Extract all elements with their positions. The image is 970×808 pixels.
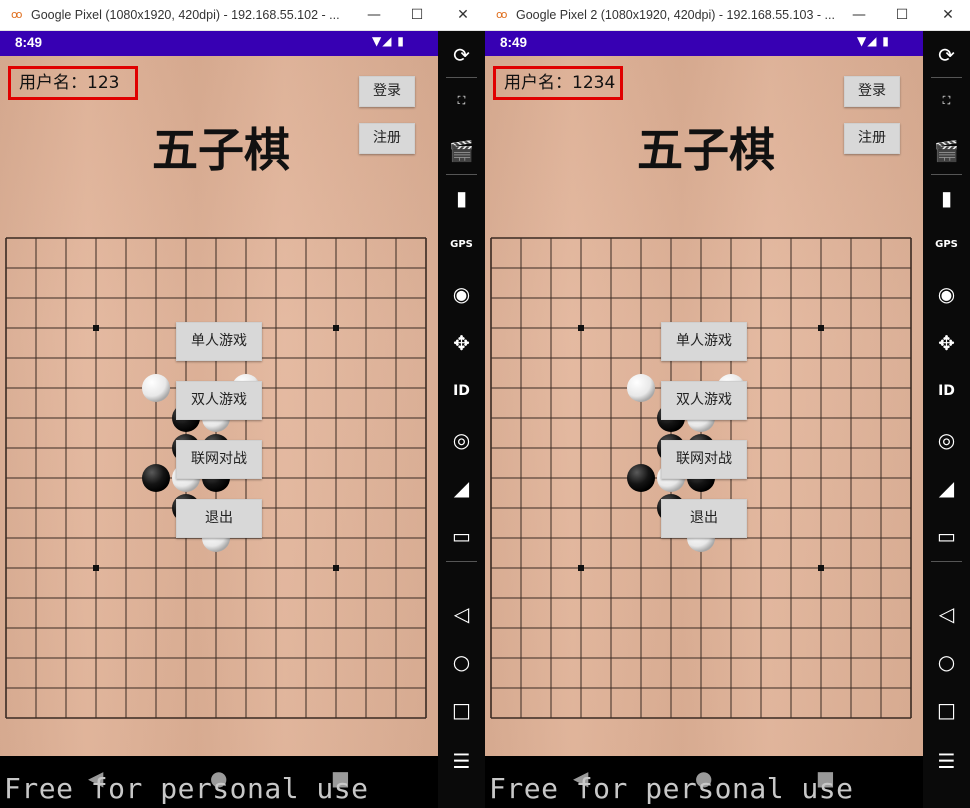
exit-button[interactable]: 退出 bbox=[176, 499, 262, 538]
close-button[interactable]: ✕ bbox=[449, 3, 477, 27]
online-battle-button[interactable]: 联网对战 bbox=[176, 440, 262, 479]
window-title: Google Pixel (1080x1920, 420dpi) - 192.1… bbox=[31, 8, 340, 22]
menu-icon[interactable]: ☰ bbox=[923, 743, 970, 779]
cast-icon[interactable]: ◢ bbox=[923, 470, 970, 506]
status-time: 8:49 bbox=[15, 35, 43, 50]
status-icons: ▼◢ ▮ bbox=[372, 34, 405, 48]
window-titlebar: oo Google Pixel 2 (1080x1920, 420dpi) - … bbox=[485, 0, 970, 31]
dpad-icon[interactable]: ✥ bbox=[438, 325, 485, 361]
signal-icon: ◢ bbox=[382, 34, 393, 48]
phone-screen: 8:49 ▼◢ ▮ 用户名：1234 登录 注册 五子棋 单人游戏 双人游戏 联… bbox=[485, 31, 923, 808]
phone-screen: 8:49 ▼◢ ▮ 用户名：123 登录 注册 五子棋 单人游戏 双人游戏 联网… bbox=[0, 31, 438, 808]
star-point bbox=[578, 565, 584, 571]
battery-icon[interactable]: ▮ bbox=[923, 180, 970, 216]
id-icon[interactable]: ID bbox=[923, 373, 970, 409]
toolbar-divider bbox=[931, 77, 962, 78]
watermark-text: Free for personal use bbox=[489, 772, 854, 805]
online-battle-button[interactable]: 联网对战 bbox=[661, 440, 747, 479]
single-player-button[interactable]: 单人游戏 bbox=[176, 322, 262, 361]
star-point bbox=[578, 325, 584, 331]
minimize-button[interactable]: — bbox=[360, 3, 388, 27]
game-title: 五子棋 bbox=[637, 123, 775, 177]
toolbar-divider bbox=[931, 174, 962, 175]
star-point bbox=[93, 325, 99, 331]
home-icon[interactable]: ○ bbox=[923, 644, 970, 680]
screen-record-icon[interactable]: 🎬 bbox=[923, 133, 970, 169]
star-point bbox=[93, 565, 99, 571]
menu-icon[interactable]: ☰ bbox=[438, 743, 485, 779]
close-button[interactable]: ✕ bbox=[934, 3, 962, 27]
home-icon[interactable]: ○ bbox=[438, 644, 485, 680]
white-stone bbox=[627, 374, 655, 402]
gps-icon[interactable]: GPS bbox=[923, 227, 970, 263]
overview-icon[interactable]: □ bbox=[923, 692, 970, 728]
watermark-text: Free for personal use bbox=[4, 772, 369, 805]
wifi-icon: ▼ bbox=[857, 34, 868, 48]
one-to-one-icon[interactable]: ⛶ bbox=[923, 83, 970, 119]
maximize-button[interactable]: ☐ bbox=[403, 3, 431, 27]
username-label: 用户名：1234 bbox=[493, 66, 623, 100]
maximize-button[interactable]: ☐ bbox=[888, 3, 916, 27]
emulator-toolbar-right: ⟳ ⛶ 🎬 ▮ GPS ◉ ✥ ID ◎ ◢ ▭ ◁ ○ □ ☰ bbox=[923, 31, 970, 808]
star-point bbox=[818, 325, 824, 331]
two-player-button[interactable]: 双人游戏 bbox=[661, 381, 747, 420]
emulator-window-right: oo Google Pixel 2 (1080x1920, 420dpi) - … bbox=[485, 0, 970, 808]
cast-icon[interactable]: ◢ bbox=[438, 470, 485, 506]
gps-icon[interactable]: GPS bbox=[438, 227, 485, 263]
minimize-button[interactable]: — bbox=[845, 3, 873, 27]
signal-icon: ◢ bbox=[867, 34, 878, 48]
one-to-one-icon[interactable]: ⛶ bbox=[438, 83, 485, 119]
star-point bbox=[333, 565, 339, 571]
register-button[interactable]: 注册 bbox=[844, 123, 900, 154]
message-icon[interactable]: ▭ bbox=[923, 518, 970, 554]
status-time: 8:49 bbox=[500, 35, 528, 50]
app-screen: 用户名：123 登录 注册 五子棋 单人游戏 双人游戏 联网对战 退出 bbox=[0, 56, 438, 756]
rotate-icon[interactable]: ⟳ bbox=[923, 37, 970, 73]
emulator-logo-icon: oo bbox=[496, 8, 508, 21]
message-icon[interactable]: ▭ bbox=[438, 518, 485, 554]
emulator-logo-icon: oo bbox=[11, 8, 23, 21]
rotate-icon[interactable]: ⟳ bbox=[438, 37, 485, 73]
id-icon[interactable]: ID bbox=[438, 373, 485, 409]
back-icon[interactable]: ◁ bbox=[923, 596, 970, 632]
emulator-window-left: oo Google Pixel (1080x1920, 420dpi) - 19… bbox=[0, 0, 485, 808]
login-button[interactable]: 登录 bbox=[844, 76, 900, 107]
black-stone bbox=[142, 464, 170, 492]
media-icon[interactable]: ◎ bbox=[438, 422, 485, 458]
battery-status-icon: ▮ bbox=[882, 34, 890, 48]
status-bar: 8:49 ▼◢ ▮ bbox=[0, 31, 438, 56]
app-screen: 用户名：1234 登录 注册 五子棋 单人游戏 双人游戏 联网对战 退出 bbox=[485, 56, 923, 756]
black-stone bbox=[627, 464, 655, 492]
camera-icon[interactable]: ◉ bbox=[438, 276, 485, 312]
single-player-button[interactable]: 单人游戏 bbox=[661, 322, 747, 361]
toolbar-divider bbox=[931, 561, 962, 562]
window-title: Google Pixel 2 (1080x1920, 420dpi) - 192… bbox=[516, 8, 835, 22]
camera-icon[interactable]: ◉ bbox=[923, 276, 970, 312]
battery-icon[interactable]: ▮ bbox=[438, 180, 485, 216]
login-button[interactable]: 登录 bbox=[359, 76, 415, 107]
toolbar-divider bbox=[446, 77, 477, 78]
emulator-toolbar-left: ⟳ ⛶ 🎬 ▮ GPS ◉ ✥ ID ◎ ◢ ▭ ◁ ○ □ ☰ bbox=[438, 31, 485, 808]
status-icons: ▼◢ ▮ bbox=[857, 34, 890, 48]
two-player-button[interactable]: 双人游戏 bbox=[176, 381, 262, 420]
toolbar-divider bbox=[446, 174, 477, 175]
status-bar: 8:49 ▼◢ ▮ bbox=[485, 31, 923, 56]
register-button[interactable]: 注册 bbox=[359, 123, 415, 154]
media-icon[interactable]: ◎ bbox=[923, 422, 970, 458]
toolbar-divider bbox=[446, 561, 477, 562]
back-icon[interactable]: ◁ bbox=[438, 596, 485, 632]
star-point bbox=[333, 325, 339, 331]
star-point bbox=[818, 565, 824, 571]
exit-button[interactable]: 退出 bbox=[661, 499, 747, 538]
wifi-icon: ▼ bbox=[372, 34, 383, 48]
game-title: 五子棋 bbox=[152, 123, 290, 177]
window-titlebar: oo Google Pixel (1080x1920, 420dpi) - 19… bbox=[0, 0, 485, 31]
white-stone bbox=[142, 374, 170, 402]
battery-status-icon: ▮ bbox=[397, 34, 405, 48]
overview-icon[interactable]: □ bbox=[438, 692, 485, 728]
screen-record-icon[interactable]: 🎬 bbox=[438, 133, 485, 169]
username-label: 用户名：123 bbox=[8, 66, 138, 100]
dpad-icon[interactable]: ✥ bbox=[923, 325, 970, 361]
